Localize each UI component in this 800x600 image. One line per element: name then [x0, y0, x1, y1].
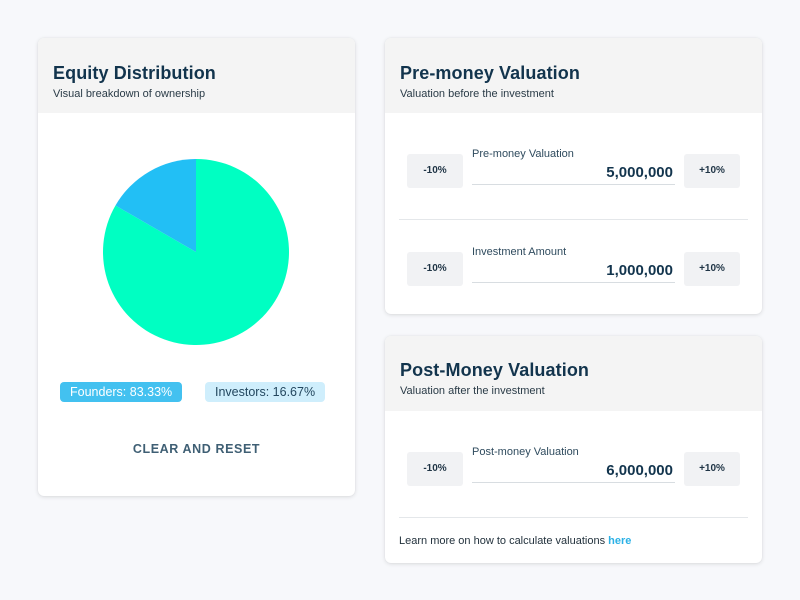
- postmoney-valuation-label: Post-money Valuation: [472, 446, 579, 458]
- learn-more-text: Learn more on how to calculate valuation…: [399, 535, 631, 547]
- premoney-valuation-row: -10% Pre-money Valuation +10%: [385, 146, 762, 206]
- investment-amount-row: -10% Investment Amount +10%: [385, 244, 762, 304]
- premoney-card-header: Pre-money Valuation Valuation before the…: [385, 38, 762, 113]
- postmoney-title: Post-Money Valuation: [400, 360, 590, 380]
- premoney-divider: [399, 219, 748, 220]
- post-money-valuation-card: Post-Money Valuation Valuation after the…: [385, 336, 762, 563]
- clear-and-reset-button[interactable]: CLEAR AND RESET: [38, 442, 355, 456]
- postmoney-subtitle: Valuation after the investment: [400, 385, 545, 397]
- founders-badge: Founders: 83.33%: [60, 382, 183, 402]
- learn-more-label: Learn more on how to calculate valuation…: [399, 535, 606, 547]
- premoney-subtitle: Valuation before the investment: [400, 88, 554, 100]
- investment-increase-button[interactable]: +10%: [684, 252, 740, 286]
- premoney-valuation-label: Pre-money Valuation: [472, 148, 574, 160]
- learn-more-link[interactable]: here: [608, 535, 631, 547]
- equity-subtitle: Visual breakdown of ownership: [53, 88, 206, 100]
- premoney-valuation-input[interactable]: [472, 161, 675, 185]
- postmoney-valuation-row: -10% Post-money Valuation +10%: [385, 444, 762, 504]
- investors-badge: Investors: 16.67%: [205, 382, 326, 402]
- investment-amount-label: Investment Amount: [472, 246, 567, 258]
- investment-decrease-button[interactable]: -10%: [407, 252, 463, 286]
- postmoney-valuation-input[interactable]: [472, 459, 675, 483]
- pre-money-valuation-card: Pre-money Valuation Valuation before the…: [385, 38, 762, 314]
- equity-distribution-card: Equity Distribution Visual breakdown of …: [38, 38, 355, 496]
- investment-amount-input[interactable]: [472, 259, 675, 283]
- premoney-decrease-button[interactable]: -10%: [407, 154, 463, 188]
- postmoney-increase-button[interactable]: +10%: [684, 452, 740, 486]
- equity-legend: Founders: 83.33% Investors: 16.67%: [38, 382, 355, 404]
- premoney-increase-button[interactable]: +10%: [684, 154, 740, 188]
- equity-title: Equity Distribution: [53, 63, 216, 83]
- postmoney-card-header: Post-Money Valuation Valuation after the…: [385, 336, 762, 411]
- postmoney-decrease-button[interactable]: -10%: [407, 452, 463, 486]
- equity-pie-chart: [103, 159, 290, 345]
- premoney-title: Pre-money Valuation: [400, 63, 580, 83]
- postmoney-divider: [399, 517, 748, 518]
- equity-card-header: Equity Distribution Visual breakdown of …: [38, 38, 355, 113]
